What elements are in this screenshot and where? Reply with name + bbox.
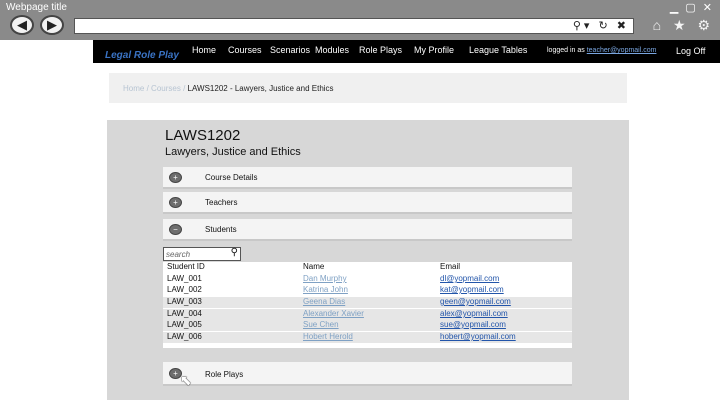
logged-in-email-link[interactable]: teacher@yopmail.com: [587, 47, 657, 54]
breadcrumb: Home / Courses / LAWS1202 - Lawyers, Jus…: [109, 73, 627, 103]
student-email-link[interactable]: hobert@yopmail.com: [440, 332, 516, 341]
breadcrumb-home[interactable]: Home: [123, 84, 144, 93]
log-off-link[interactable]: Log Off: [676, 46, 705, 56]
course-subtitle: Lawyers, Justice and Ethics: [165, 146, 301, 158]
student-email-link[interactable]: sue@yopmail.com: [440, 320, 506, 329]
page-title: LAWS1202: [165, 127, 241, 144]
section-label: Role Plays: [205, 370, 244, 379]
student-email-link[interactable]: alex@yopmail.com: [440, 309, 508, 318]
nav-courses[interactable]: Courses: [228, 45, 262, 55]
nav-scenarios[interactable]: Scenarios: [270, 45, 310, 55]
student-name-link[interactable]: Katrina John: [303, 285, 348, 294]
student-email-link[interactable]: kat@yopmail.com: [440, 285, 504, 294]
section-teachers[interactable]: + Teachers: [163, 192, 572, 214]
forward-button[interactable]: ▶: [40, 15, 64, 35]
column-header-student-id: Student ID: [167, 262, 205, 271]
student-name-link[interactable]: Sue Chen: [303, 320, 339, 329]
section-role-plays[interactable]: + Role Plays: [163, 362, 572, 386]
home-star-gear-icon[interactable]: ⌂ ★ ⚙: [653, 17, 714, 34]
search-icon[interactable]: ⚲: [231, 247, 238, 258]
section-label: Course Details: [205, 173, 258, 182]
student-name-link[interactable]: Hobert Herold: [303, 332, 353, 341]
section-students[interactable]: − Students: [163, 219, 572, 241]
address-bar[interactable]: ⚲▾ ↻ ✖: [74, 18, 634, 34]
table-row: LAW_001 Dan Murphy dl@yopmail.com: [163, 274, 572, 285]
window-title: Webpage title: [6, 2, 67, 13]
student-name-link[interactable]: Geena Dias: [303, 297, 345, 306]
student-search[interactable]: ⚲: [163, 247, 241, 261]
mouse-cursor-icon: ⬉: [180, 372, 192, 388]
brand-logo[interactable]: Legal Role Play: [105, 50, 179, 61]
expand-icon[interactable]: +: [169, 172, 182, 183]
section-label: Teachers: [205, 198, 238, 207]
breadcrumb-sep: /: [146, 84, 149, 93]
table-row: LAW_002 Katrina John kat@yopmail.com: [163, 285, 572, 296]
table-row: LAW_005 Sue Chen sue@yopmail.com: [163, 320, 572, 331]
site-navbar: Legal Role Play Home Courses Scenarios M…: [93, 40, 720, 63]
table-row: LAW_003 Geena Dias geen@yopmail.com: [163, 297, 572, 308]
nav-home[interactable]: Home: [192, 45, 216, 55]
collapse-icon[interactable]: −: [169, 224, 182, 235]
column-header-name: Name: [303, 262, 325, 271]
section-label: Students: [205, 225, 237, 234]
course-panel: LAWS1202 Lawyers, Justice and Ethics + C…: [107, 120, 629, 400]
logged-in-prefix: logged in as: [547, 47, 585, 54]
student-id: LAW_005: [167, 320, 202, 329]
nav-league-tables[interactable]: League Tables: [469, 45, 527, 55]
students-table: Student ID Name Email LAW_001 Dan Murphy…: [163, 262, 572, 348]
search-refresh-stop-icon[interactable]: ⚲▾ ↻ ✖: [573, 19, 629, 32]
student-name-link[interactable]: Alexander Xavier: [303, 309, 364, 318]
search-input[interactable]: [166, 249, 226, 259]
student-id: LAW_003: [167, 297, 202, 306]
student-id: LAW_001: [167, 274, 202, 283]
breadcrumb-sep: /: [183, 84, 186, 93]
expand-icon[interactable]: +: [169, 197, 182, 208]
student-id: LAW_006: [167, 332, 202, 341]
student-id: LAW_004: [167, 309, 202, 318]
back-button[interactable]: ◀: [10, 15, 34, 35]
student-id: LAW_002: [167, 285, 202, 294]
section-course-details[interactable]: + Course Details: [163, 167, 572, 189]
nav-role-plays[interactable]: Role Plays: [359, 45, 402, 55]
window-controls[interactable]: ▁ ▢ ✕: [670, 1, 714, 14]
student-name-link[interactable]: Dan Murphy: [303, 274, 347, 283]
column-header-email: Email: [440, 262, 461, 271]
nav-modules[interactable]: Modules: [315, 45, 349, 55]
breadcrumb-current: LAWS1202 - Lawyers, Justice and Ethics: [187, 84, 334, 93]
student-email-link[interactable]: dl@yopmail.com: [440, 274, 499, 283]
nav-my-profile[interactable]: My Profile: [414, 45, 454, 55]
table-header-row: Student ID Name Email: [163, 262, 572, 273]
logged-in-status: logged in as teacher@yopmail.com: [547, 47, 656, 54]
table-row: LAW_006 Hobert Herold hobert@yopmail.com: [163, 332, 572, 343]
table-row: LAW_004 Alexander Xavier alex@yopmail.co…: [163, 309, 572, 320]
browser-chrome: Webpage title ▁ ▢ ✕ ◀ ▶ ⚲▾ ↻ ✖ ⌂ ★ ⚙: [0, 0, 720, 40]
student-email-link[interactable]: geen@yopmail.com: [440, 297, 511, 306]
breadcrumb-courses[interactable]: Courses: [151, 84, 181, 93]
